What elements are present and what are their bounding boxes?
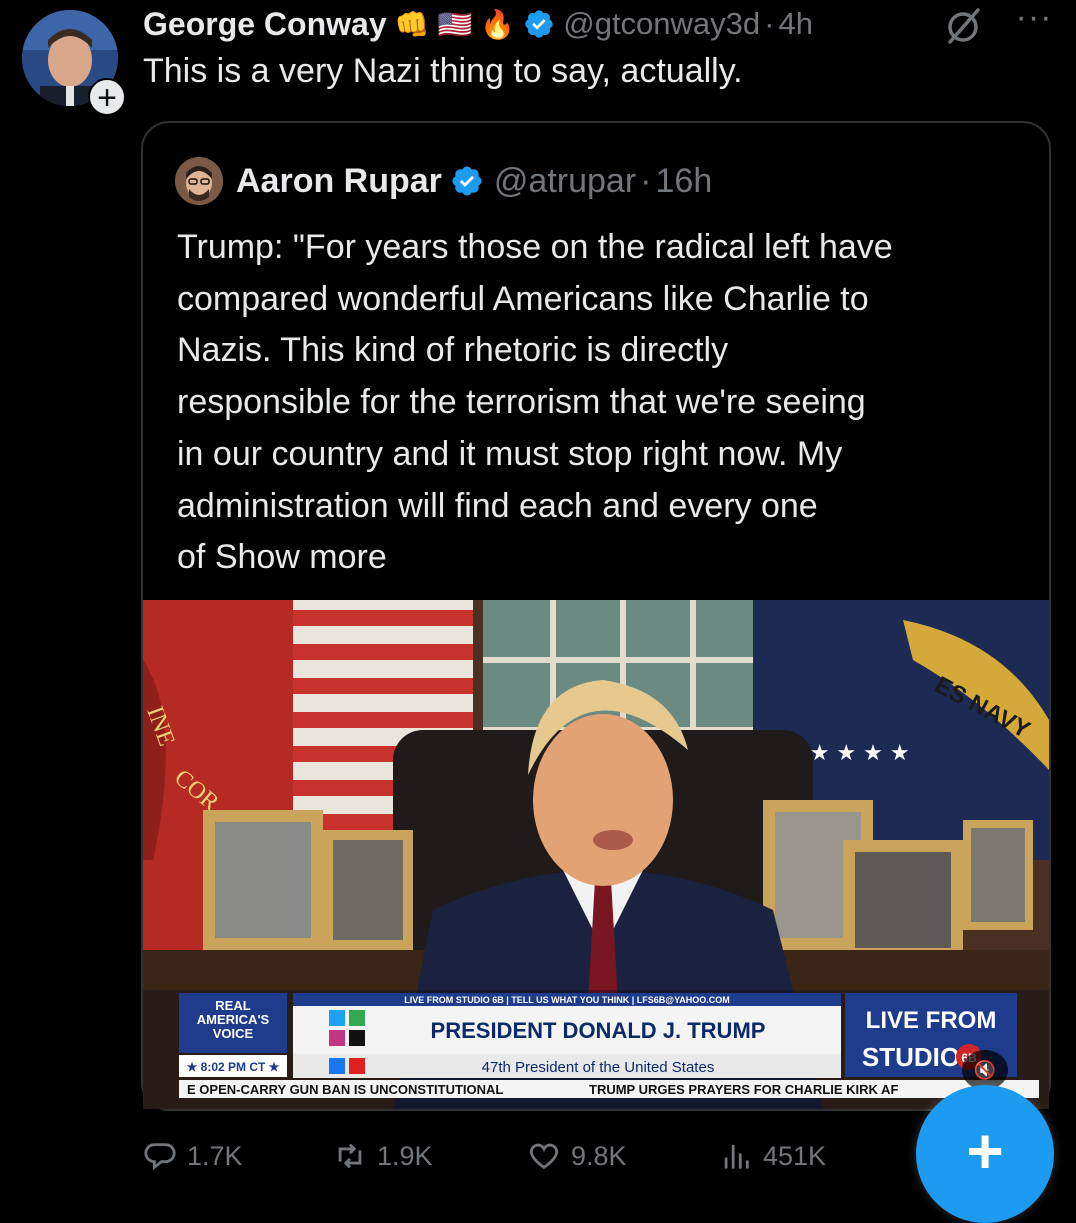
quoted-author-avatar[interactable] (175, 157, 223, 205)
more-options-icon[interactable]: ··· (1012, 0, 1056, 44)
quoted-text-line-last: of Show more (177, 532, 1037, 584)
author-name[interactable]: George Conway (143, 6, 387, 43)
quoted-text-line: Nazis. This kind of rhetoric is directly (177, 331, 729, 370)
compose-fab-button[interactable]: + (916, 1085, 1054, 1223)
fire-emoji: 🔥 (480, 8, 516, 40)
network-logo-line3: VOICE (213, 1026, 254, 1041)
quoted-post-time[interactable]: 16h (656, 162, 713, 201)
post-text: This is a very Nazi thing to say, actual… (143, 52, 743, 90)
post-time[interactable]: 4h (778, 6, 812, 42)
repost-count: 1.9K (377, 1140, 433, 1171)
quoted-text-line: compared wonderful Americans like Charli… (177, 279, 869, 318)
grok-icon[interactable] (942, 4, 986, 48)
quoted-author-name[interactable]: Aaron Rupar (236, 162, 442, 201)
like-count: 9.8K (571, 1140, 627, 1171)
views-count: 451K (763, 1140, 827, 1171)
separator-dot: · (764, 6, 775, 41)
author-handle[interactable]: @gtconway3d (563, 6, 760, 42)
quoted-post-header: Aaron Rupar @atrupar · 16h (236, 158, 712, 204)
quoted-author-handle[interactable]: @atrupar (494, 162, 636, 201)
ticker-top-text: LIVE FROM STUDIO 6B | TELL US WHAT YOU T… (404, 995, 730, 1005)
quoted-text-line: in our country and it must stop right no… (177, 434, 843, 473)
quoted-text-line: Trump: "For years those on the radical l… (177, 228, 893, 266)
show-more-link[interactable]: Show more (215, 538, 387, 576)
show-logo-line1: LIVE FROM (866, 1007, 997, 1034)
quoted-separator-dot: · (640, 161, 652, 200)
quoted-verified-badge-icon (452, 166, 482, 196)
mute-toggle-icon[interactable]: 🔇 (962, 1050, 1008, 1090)
network-logo-line1: REAL (215, 998, 250, 1013)
repost-button[interactable]: 1.9K (333, 1134, 433, 1178)
video-frame: ES NAVY ★ ★ ★ ★ ★ INE COR REAL AMERICA'S… (143, 600, 1049, 1109)
quoted-post-text: Trump: "For years those on the radical l… (177, 222, 1037, 584)
network-logo-line2: AMERICA'S (197, 1012, 270, 1027)
quoted-text-line: responsible for the terrorism that we're… (177, 383, 866, 422)
heart-icon (529, 1143, 559, 1170)
post-actions: 1.7K 1.9K 9.8K 451K (143, 1134, 1043, 1178)
post-header: George Conway 👊 🇺🇸 🔥 @gtconway3d · 4h (143, 2, 813, 46)
repost-icon (338, 1143, 362, 1169)
quoted-text-line: administration will find each and every … (177, 486, 818, 525)
reply-icon (144, 1143, 176, 1171)
us-flag-emoji: 🇺🇸 (437, 8, 473, 40)
subheadline-text: 47th President of the United States (482, 1059, 715, 1076)
like-button[interactable]: 9.8K (527, 1134, 627, 1178)
fist-emoji: 👊 (394, 8, 430, 40)
quoted-avatar-image (175, 157, 223, 205)
clock-text: ★ 8:02 PM CT ★ (187, 1060, 280, 1074)
crawl-left-text: E OPEN-CARRY GUN BAN IS UNCONSTITUTIONAL (187, 1082, 503, 1097)
show-logo-line2: STUDIO (862, 1042, 960, 1072)
reply-button[interactable]: 1.7K (143, 1134, 243, 1178)
follow-button[interactable]: + (88, 78, 126, 116)
crawl-right-text: TRUMP URGES PRAYERS FOR CHARLIE KIRK AF (589, 1082, 898, 1097)
headline-text: PRESIDENT DONALD J. TRUMP (431, 1018, 766, 1043)
quoted-text-tail: of (177, 538, 215, 577)
verified-badge-icon (525, 10, 553, 38)
views-button[interactable]: 451K (719, 1134, 826, 1178)
reply-count: 1.7K (187, 1140, 243, 1171)
views-chart-icon (724, 1144, 749, 1169)
video-player[interactable]: ES NAVY ★ ★ ★ ★ ★ INE COR REAL AMERICA'S… (143, 600, 1049, 1109)
